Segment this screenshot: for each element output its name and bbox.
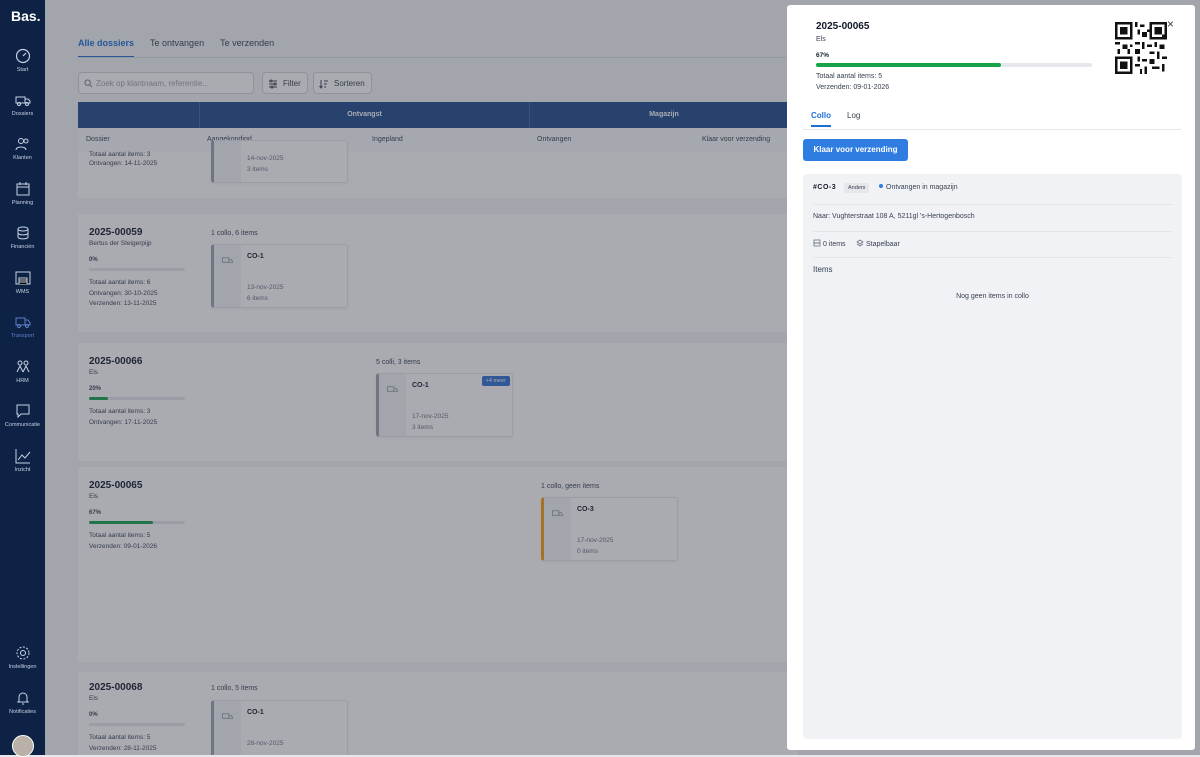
truck-icon — [15, 96, 30, 106]
status-text: Ontvangen in magazijn — [886, 184, 958, 191]
sidebar-item-label: Financiën — [10, 244, 35, 250]
sidebar-item-start[interactable]: Start — [0, 48, 45, 73]
calendar-icon — [16, 182, 29, 196]
stack-icon — [813, 239, 821, 247]
items-heading: Items — [813, 265, 833, 274]
coins-icon — [17, 226, 28, 240]
tab-log[interactable]: Log — [847, 111, 860, 127]
collo-stackable-text: Stapelbaar — [866, 241, 900, 248]
panel-total-items: Totaal aantal items: 5 — [816, 73, 883, 80]
collo-code: #CO-3 — [813, 184, 837, 191]
sidebar-item-instellingen[interactable]: Instellingen — [0, 645, 45, 670]
collo-address: Naar: Vughterstraat 108 A, 5211gl 's-Her… — [813, 213, 975, 220]
sidebar-item-label: WMS — [15, 289, 30, 295]
panel-progress-bar — [816, 63, 1092, 67]
sidebar-item-planning[interactable]: Planning — [0, 181, 45, 206]
sidebar: Bas. Start Dossiers Klanten Planning Fin… — [0, 0, 45, 757]
gear-icon — [16, 646, 29, 660]
sidebar-item-label: Notificaties — [9, 709, 36, 715]
bell-icon — [16, 692, 29, 705]
warehouse-icon — [15, 271, 30, 285]
tab-collo[interactable]: Collo — [811, 111, 831, 127]
collo-items-count-text: 0 items — [823, 241, 846, 248]
sidebar-item-inzicht[interactable]: Inzicht — [0, 448, 45, 473]
sidebar-item-label: Transport — [10, 333, 35, 339]
sidebar-item-label: Start — [16, 67, 29, 73]
collo-type-badge: Anders — [844, 183, 870, 193]
panel-tabs: Collo Log — [811, 111, 860, 127]
divider — [813, 231, 1172, 232]
users-icon — [15, 138, 28, 151]
ready-for-shipping-button[interactable]: Klaar voor verzending — [803, 139, 908, 161]
sidebar-item-wms[interactable]: WMS — [0, 270, 45, 295]
sidebar-item-dossiers[interactable]: Dossiers — [0, 92, 45, 117]
panel-ship-date: Verzenden: 09-01-2026 — [816, 84, 890, 91]
sidebar-item-label: Communicatie — [4, 422, 41, 428]
sidebar-item-hrm[interactable]: HRM — [0, 359, 45, 384]
sidebar-item-label: Inzicht — [14, 467, 31, 473]
chat-icon — [16, 404, 29, 419]
divider — [803, 129, 1181, 130]
collo-item-count: 0 items — [813, 239, 846, 248]
status-dot-icon — [879, 184, 883, 188]
sidebar-item-label: Instellingen — [8, 664, 37, 670]
avatar[interactable] — [12, 735, 34, 757]
collo-stackable: Stapelbaar — [856, 239, 900, 248]
dossier-detail-panel: 2025-00065 Els 67% Totaal aantal items: … — [787, 5, 1195, 750]
chart-icon — [15, 449, 30, 464]
close-icon[interactable]: × — [1167, 17, 1174, 31]
delivery-icon — [15, 317, 30, 328]
panel-progress-label: 67% — [816, 52, 830, 59]
sidebar-item-transport[interactable]: Transport — [0, 314, 45, 339]
people-icon — [16, 360, 29, 373]
sidebar-item-label: HRM — [16, 378, 29, 384]
sidebar-item-label: Dossiers — [11, 111, 34, 117]
sidebar-item-label: Planning — [11, 200, 34, 206]
panel-client-name: Els — [816, 36, 826, 43]
sidebar-item-financien[interactable]: Financiën — [0, 225, 45, 250]
panel-dossier-id: 2025-00065 — [816, 21, 870, 32]
layers-icon — [856, 239, 864, 247]
sidebar-item-label: Klanten — [13, 155, 32, 161]
sidebar-item-communicatie[interactable]: Communicatie — [0, 403, 45, 428]
status-badge: Ontvangen in magazijn — [879, 184, 958, 191]
sidebar-item-notificaties[interactable]: Notificaties — [0, 690, 45, 715]
gauge-icon — [15, 48, 30, 64]
empty-items-message: Nog geen items in collo — [956, 293, 1029, 300]
app-logo[interactable]: Bas. — [11, 8, 41, 24]
qr-code-icon — [1115, 22, 1167, 74]
divider — [813, 257, 1172, 258]
divider — [813, 204, 1172, 205]
sidebar-item-klanten[interactable]: Klanten — [0, 136, 45, 161]
collo-detail-card: #CO-3 Anders Ontvangen in magazijn Naar:… — [803, 174, 1182, 739]
